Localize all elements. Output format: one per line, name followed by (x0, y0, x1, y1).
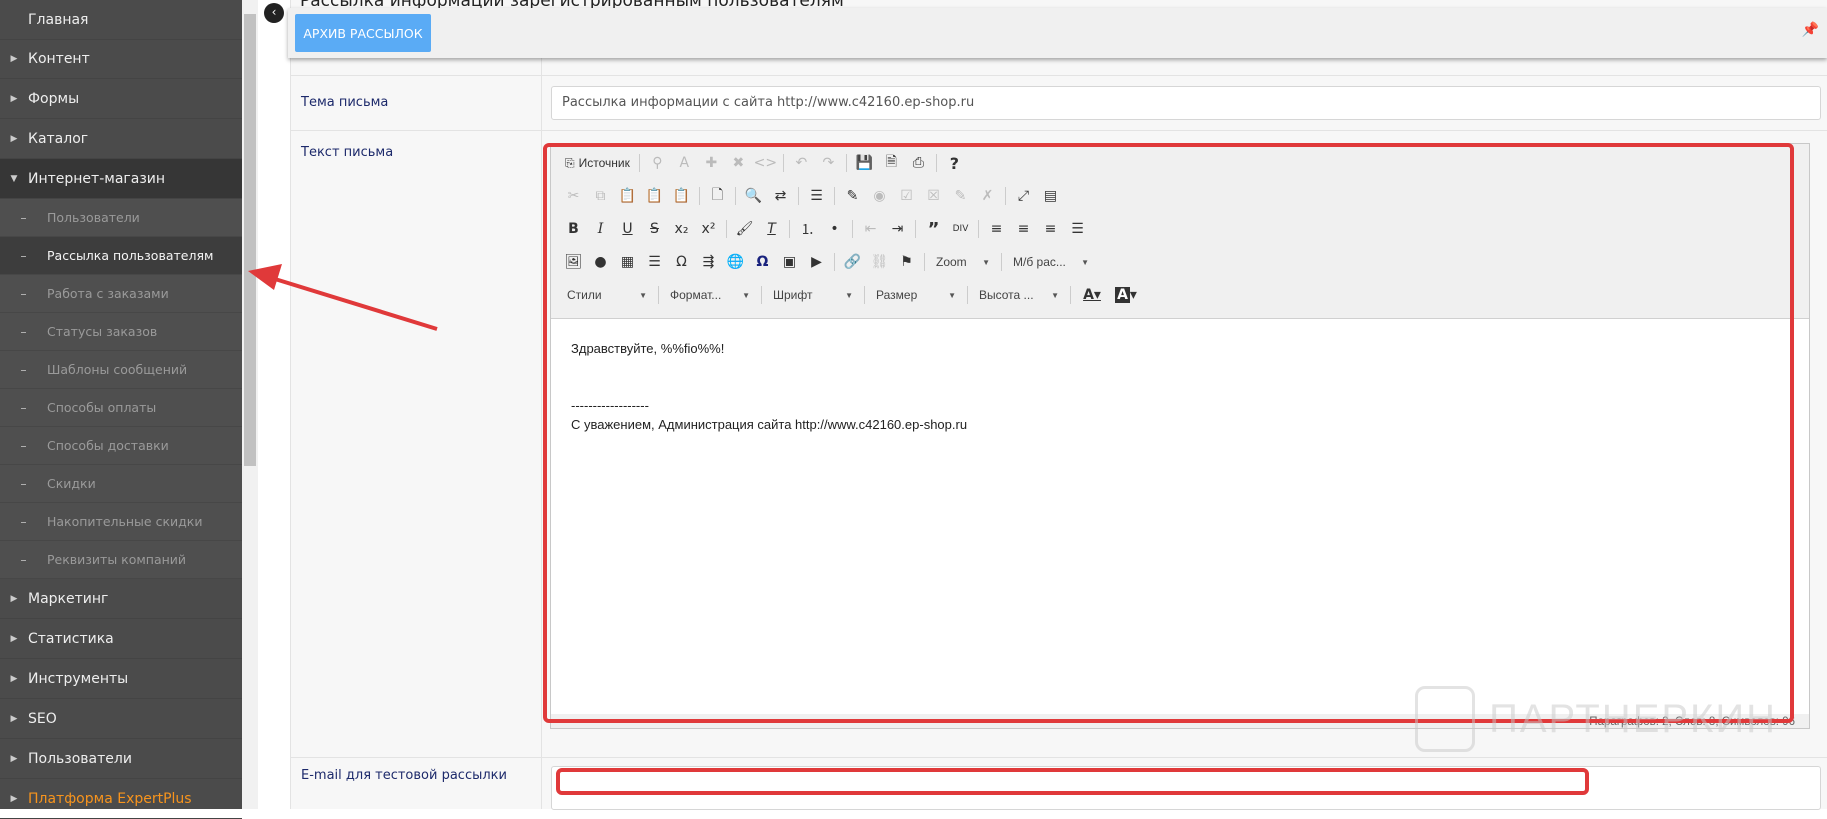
annotation-arrow (248, 264, 438, 331)
